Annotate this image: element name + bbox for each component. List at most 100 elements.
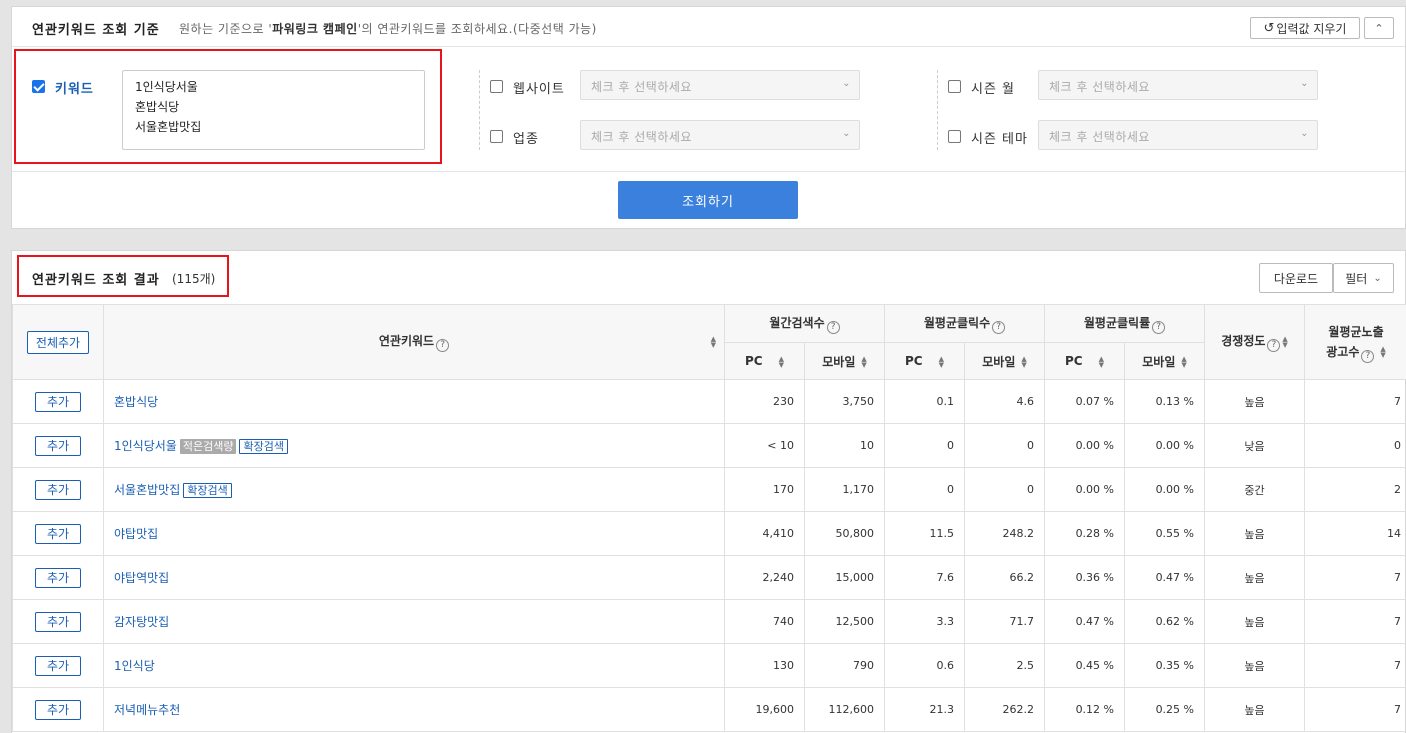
season-month-checkbox[interactable] [948, 80, 961, 93]
website-label: 웹사이트 [513, 82, 565, 97]
sort-icon[interactable]: ▲ ▼ [1380, 346, 1385, 359]
pc-ctr-cell: 0.28 % [1044, 511, 1126, 556]
help-icon[interactable]: ? [826, 320, 840, 334]
pc-clicks-header[interactable]: PC ▲ ▼ [884, 342, 966, 380]
mobile-ctr-cell: 0.13 % [1124, 379, 1206, 424]
mobile-label: 모바일 [822, 354, 856, 369]
collapse-button[interactable]: ⌃ [1364, 17, 1394, 39]
keyword-link[interactable]: 야탑역맛집 [104, 571, 169, 585]
website-checkbox[interactable] [490, 80, 503, 93]
sort-icon[interactable]: ▲ ▼ [939, 355, 944, 368]
reset-label: 입력값 지우기 [1276, 21, 1347, 36]
season-month-select[interactable]: 체크 후 선택하세요 ⌄ [1038, 70, 1318, 100]
mobile-search-cell: 1,170 [803, 467, 886, 512]
download-button[interactable]: 다운로드 [1259, 263, 1333, 293]
help-icon[interactable]: ? [1152, 320, 1166, 334]
season-theme-select[interactable]: 체크 후 선택하세요 ⌄ [1038, 120, 1318, 150]
sort-icon[interactable]: ▲ ▼ [1021, 356, 1026, 369]
keyword-link[interactable]: 감자탕맛집 [104, 615, 169, 629]
results-title: 연관키워드 조회 결과 [32, 273, 160, 288]
mobile-search-cell: 50,800 [803, 511, 886, 556]
keyword-label: 키워드 [55, 82, 94, 97]
add-button[interactable]: 추가 [35, 523, 81, 544]
avg-ads-header[interactable]: 월평균노출 광고수 ? ▲ ▼ [1304, 304, 1406, 380]
monthly-search-label: 월간검색수 [769, 315, 825, 330]
keyword-link[interactable]: 야탑맛집 [104, 527, 158, 541]
industry-select[interactable]: 체크 후 선택하세요 ⌄ [580, 120, 860, 150]
competition-cell: 높음 [1204, 687, 1306, 732]
help-icon[interactable]: ? [992, 320, 1006, 334]
competition-header[interactable]: 경쟁정도 ?▲ ▼ [1204, 304, 1306, 380]
add-button[interactable]: 추가 [35, 699, 81, 720]
pc-clicks-cell: 0 [884, 467, 966, 512]
filter-button[interactable]: 필터 ⌄ [1333, 263, 1394, 293]
mobile-ctr-cell: 0.00 % [1124, 467, 1206, 512]
sort-icon[interactable]: ▲ ▼ [1282, 335, 1287, 348]
pc-search-header[interactable]: PC ▲ ▼ [724, 342, 805, 380]
keyword-link[interactable]: 저녁메뉴추천 [104, 703, 180, 717]
criteria-panel: 연관키워드 조회 기준 원하는 기준으로 '파워링크 캠페인'의 연관키워드를 … [11, 6, 1406, 229]
sort-icon[interactable]: ▲ ▼ [861, 356, 866, 369]
pc-search-cell: 170 [724, 467, 805, 512]
add-all-button[interactable]: 전체추가 [26, 330, 90, 354]
pc-ctr-header[interactable]: PC ▲ ▼ [1044, 342, 1126, 380]
ads-cell: 7 [1304, 643, 1406, 688]
add-button[interactable]: 추가 [35, 655, 81, 676]
industry-checkbox[interactable] [490, 130, 503, 143]
low-volume-badge: 적은검색량 [179, 439, 237, 454]
keyword-link[interactable]: 혼밥식당 [104, 395, 158, 409]
sort-icon[interactable]: ▲ ▼ [779, 355, 784, 368]
mobile-ctr-cell: 0.25 % [1124, 687, 1206, 732]
pc-search-cell: 740 [724, 599, 805, 644]
pc-search-cell: 230 [724, 379, 805, 424]
keyword-link[interactable]: 1인식당서울 [104, 439, 177, 453]
help-icon[interactable]: ? [1361, 349, 1375, 363]
keyword-link[interactable]: 서울혼밥맛집 [104, 483, 180, 497]
add-all-header: 전체추가 [12, 304, 104, 380]
keyword-header[interactable]: 연관키워드? ▲ ▼ [103, 304, 725, 380]
mobile-clicks-header[interactable]: 모바일 ▲ ▼ [964, 342, 1046, 380]
mobile-ctr-cell: 0.35 % [1124, 643, 1206, 688]
sort-icon[interactable]: ▲ ▼ [1181, 356, 1186, 369]
reset-input-button[interactable]: ↺ 입력값 지우기 [1250, 17, 1360, 39]
divider [12, 171, 1405, 172]
pc-search-cell: 4,410 [724, 511, 805, 556]
search-button[interactable]: 조회하기 [618, 181, 798, 219]
criteria-description: 원하는 기준으로 '파워링크 캠페인'의 연관키워드를 조회하세요.(다중선택 … [179, 20, 597, 37]
select-placeholder: 체크 후 선택하세요 [591, 80, 692, 94]
website-select[interactable]: 체크 후 선택하세요 ⌄ [580, 70, 860, 100]
chevron-down-icon: ⌄ [1300, 128, 1309, 139]
results-count: (115개) [172, 272, 216, 286]
ads-cell: 2 [1304, 467, 1406, 512]
keyword-textarea[interactable]: 1인식당서울 혼밥식당 서울혼밥맛집 [122, 70, 425, 150]
pc-clicks-cell: 21.3 [884, 687, 966, 732]
help-icon[interactable]: ? [1267, 339, 1281, 352]
keyword-checkbox[interactable] [32, 80, 45, 93]
add-button[interactable]: 추가 [35, 567, 81, 588]
chevron-down-icon: ⌄ [842, 128, 851, 139]
pc-clicks-cell: 0 [884, 423, 966, 468]
keyword-link[interactable]: 1인식당 [104, 659, 155, 673]
mobile-clicks-cell: 262.2 [964, 687, 1046, 732]
mobile-label: 모바일 [982, 354, 1016, 369]
season-theme-checkbox[interactable] [948, 130, 961, 143]
ads-cell: 7 [1304, 555, 1406, 600]
expanded-search-badge: 확장검색 [239, 439, 288, 454]
add-button[interactable]: 추가 [35, 391, 81, 412]
competition-label: 경쟁정도 [1221, 334, 1266, 348]
sort-icon[interactable]: ▲ ▼ [711, 336, 716, 349]
mobile-search-header[interactable]: 모바일 ▲ ▼ [803, 342, 886, 380]
results-panel: 연관키워드 조회 결과 (115개) 다운로드 필터 ⌄ 전체추가 연관키워드? ▲… [11, 250, 1406, 733]
mobile-clicks-cell: 248.2 [964, 511, 1046, 556]
add-button[interactable]: 추가 [35, 479, 81, 500]
ads-cell: 7 [1304, 687, 1406, 732]
add-button[interactable]: 추가 [35, 435, 81, 456]
mobile-search-cell: 12,500 [803, 599, 886, 644]
select-placeholder: 체크 후 선택하세요 [1049, 130, 1150, 144]
help-icon[interactable]: ? [436, 339, 450, 352]
mobile-ctr-header[interactable]: 모바일 ▲ ▼ [1124, 342, 1206, 380]
table-row: 추가 1인식당서울 적은검색량 확장검색 < 10 10 0 0 0.00 % 0.… [12, 423, 1406, 468]
mobile-clicks-cell: 66.2 [964, 555, 1046, 600]
add-button[interactable]: 추가 [35, 611, 81, 632]
sort-icon[interactable]: ▲ ▼ [1099, 355, 1104, 368]
